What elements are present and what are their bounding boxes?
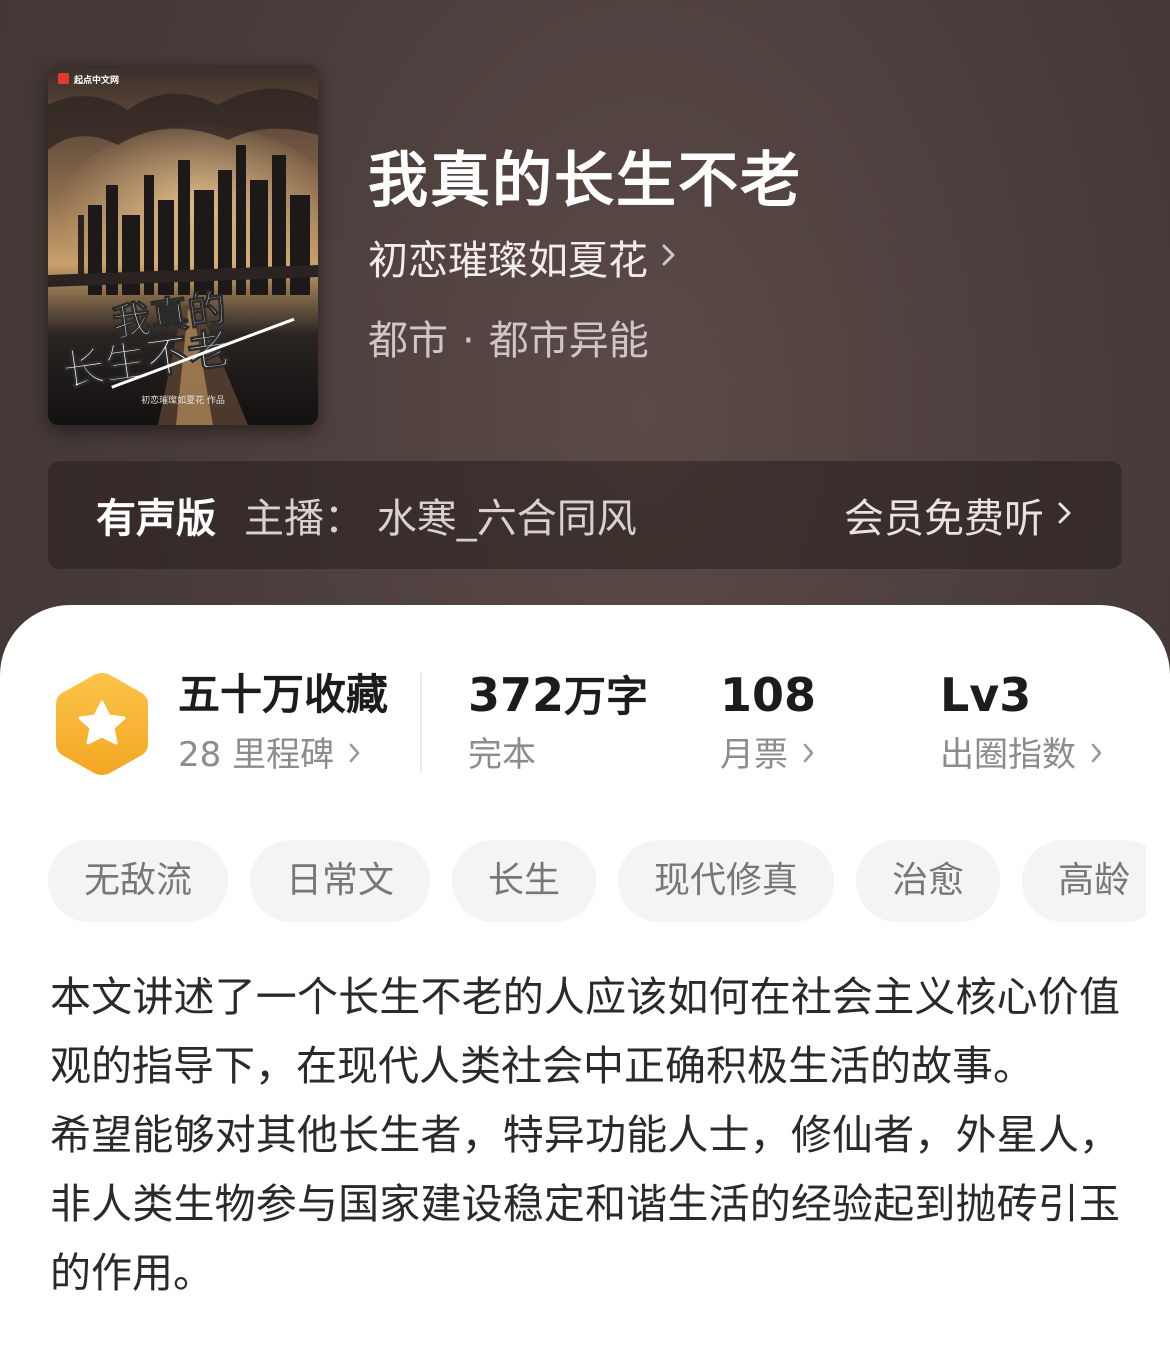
book-synopsis: 本文讲述了一个长生不老的人应该如何在社会主义核心价值观的指导下，在现代人类社会中… [50, 963, 1120, 1308]
chevron-right-icon [1056, 492, 1074, 538]
tag-chip[interactable]: 日常文 [250, 840, 431, 922]
synopsis-paragraph: 希望能够对其他长生者，特异功能人士，修仙者，外星人，非人类生物参与国家建设稳定和… [50, 1111, 1120, 1297]
stat-word-count-unit: 万字 [564, 672, 649, 721]
author-link[interactable]: 初恋璀璨如夏花 [368, 228, 678, 286]
audio-version-label: 有声版 [96, 496, 216, 542]
stat-monthly-tickets-label: 月票 [720, 735, 788, 775]
book-cover[interactable]: 起点中文网 我真的 长生不老 初恋璀璨如夏花 作品 [48, 65, 318, 425]
stat-word-count-label: 完本 [468, 735, 536, 775]
chevron-right-icon [660, 234, 678, 280]
tag-chip[interactable]: 高龄 [1022, 840, 1146, 922]
book-title: 我真的长生不老 [368, 146, 802, 216]
synopsis-paragraph: 本文讲述了一个长生不老的人应该如何在社会主义核心价值观的指导下，在现代人类社会中… [50, 973, 1120, 1090]
audio-version-bar[interactable]: 有声版 主播： 水寒_六合同风 会员免费听 [48, 461, 1122, 569]
tag-chip[interactable]: 现代修真 [618, 840, 835, 922]
stat-favorites[interactable]: 五十万收藏 28 里程碑 [178, 665, 388, 785]
stat-favorites-value: 五十万收藏 [178, 670, 389, 719]
book-cover-art: 起点中文网 我真的 长生不老 初恋璀璨如夏花 作品 [48, 65, 318, 425]
author-name: 初恋璀璨如夏花 [368, 238, 648, 284]
stat-popularity-index-label: 出圈指数 [940, 735, 1076, 775]
chevron-right-icon [802, 725, 816, 785]
member-free-listen-button[interactable]: 会员免费听 [844, 486, 1074, 544]
star-hexagon-icon [52, 669, 152, 779]
publisher-logo-text: 起点中文网 [73, 74, 119, 86]
stat-favorites-label: 28 里程碑 [178, 735, 335, 775]
book-detail-card: 五十万收藏 28 里程碑 372万字 完本 108 月票 Lv3 出圈指数 无敌… [0, 605, 1170, 1372]
cover-author-credit: 初恋璀璨如夏花 作品 [141, 394, 225, 406]
member-free-listen-label: 会员免费听 [844, 496, 1044, 542]
genre-separator: · [462, 318, 475, 364]
chevron-right-icon [348, 725, 362, 785]
stats-divider [420, 673, 422, 773]
stat-monthly-tickets[interactable]: 108 月票 [720, 665, 816, 785]
stat-popularity-index-value: Lv3 [940, 668, 1032, 722]
tag-chip[interactable]: 无敌流 [48, 840, 229, 922]
genre-label: 都市 [368, 318, 448, 364]
tag-list: 无敌流 日常文 长生 现代修真 治愈 高龄 [48, 840, 1146, 922]
stat-word-count: 372万字 完本 [468, 665, 648, 785]
chevron-right-icon [1090, 725, 1104, 785]
tag-chip[interactable]: 治愈 [856, 840, 1001, 922]
subgenre-label: 都市异能 [488, 318, 649, 364]
stat-popularity-index[interactable]: Lv3 出圈指数 [940, 665, 1104, 785]
stat-word-count-number: 372 [468, 668, 565, 722]
stat-monthly-tickets-value: 108 [720, 668, 817, 722]
tag-chip[interactable]: 长生 [452, 840, 597, 922]
audio-narrator: 主播： 水寒_六合同风 [244, 496, 637, 542]
stats-row: 五十万收藏 28 里程碑 372万字 完本 108 月票 Lv3 出圈指数 [0, 665, 1170, 785]
genre-row: 都市 · 都市异能 [368, 308, 649, 366]
